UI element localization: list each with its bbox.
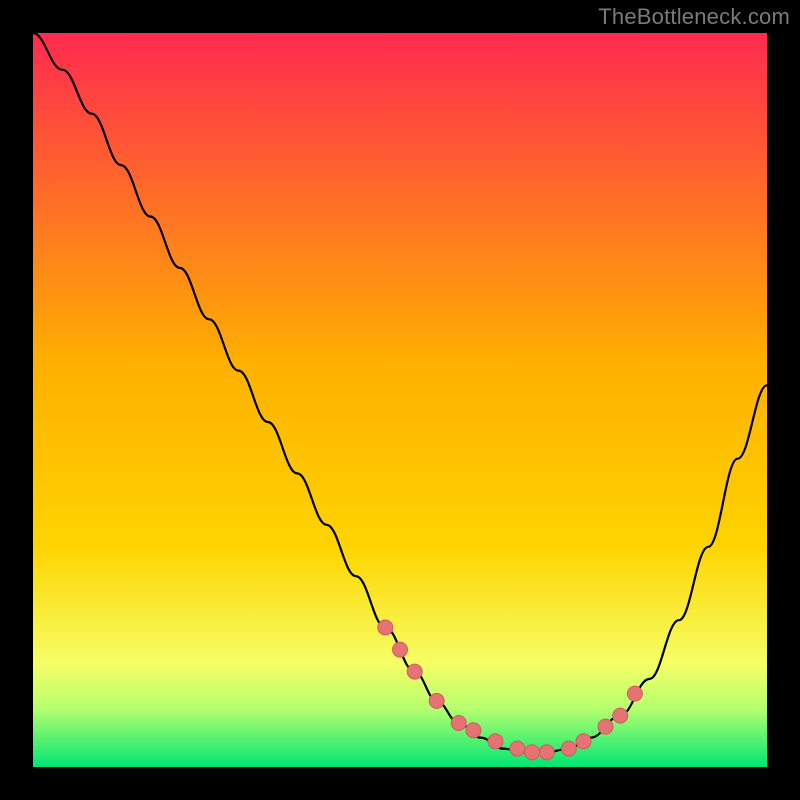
curve-marker bbox=[613, 708, 628, 723]
curve-marker bbox=[488, 734, 503, 749]
chart-stage: { "watermark": { "text": "TheBottleneck.… bbox=[0, 0, 800, 800]
curve-marker bbox=[510, 741, 525, 756]
curve-marker bbox=[561, 741, 576, 756]
chart-svg bbox=[0, 0, 800, 800]
curve-marker bbox=[627, 686, 642, 701]
curve-marker bbox=[598, 719, 613, 734]
curve-marker bbox=[378, 620, 393, 635]
curve-marker bbox=[539, 745, 554, 760]
curve-marker bbox=[393, 642, 408, 657]
curve-marker bbox=[466, 723, 481, 738]
curve-marker bbox=[407, 664, 422, 679]
curve-marker bbox=[576, 734, 591, 749]
curve-marker bbox=[429, 693, 444, 708]
curve-marker bbox=[525, 745, 540, 760]
curve-marker bbox=[451, 716, 466, 731]
